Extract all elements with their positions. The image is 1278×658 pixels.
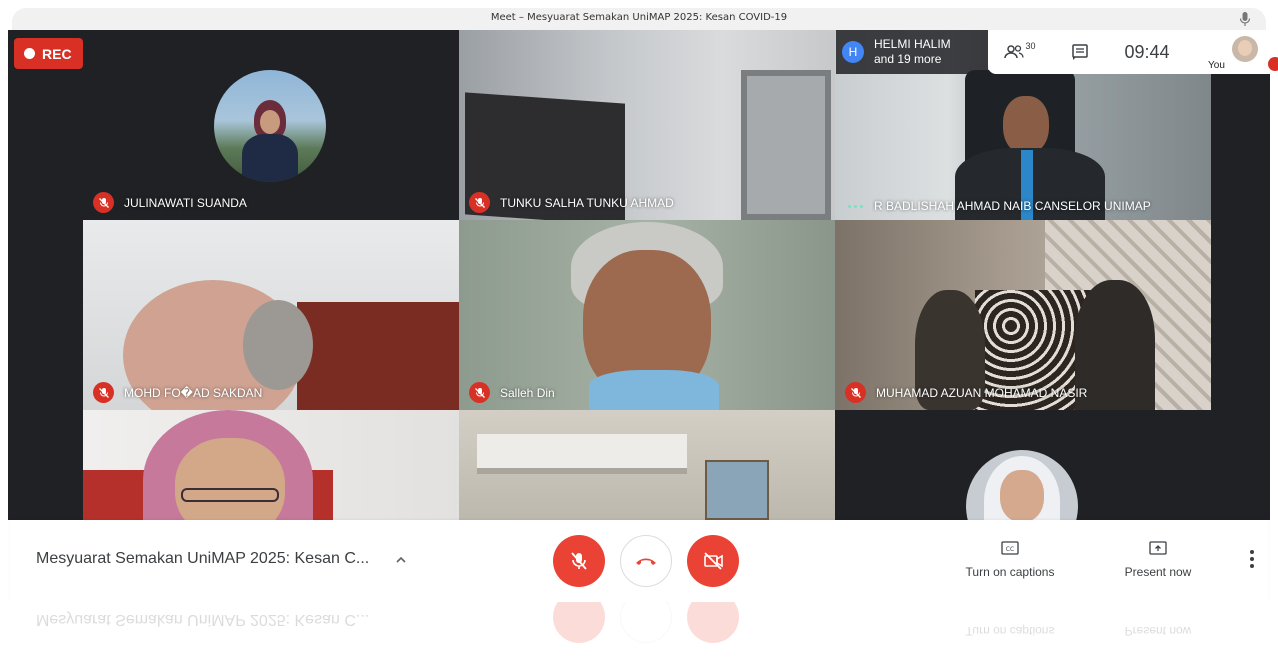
reflected-captions: Turn on captions [955, 624, 1065, 638]
reflected-meeting-title: Mesyuarat Semakan UniMAP 2025: Kesan C..… [36, 611, 370, 628]
background-shelf [297, 302, 459, 410]
participant-avatar [214, 70, 326, 182]
participant-name-label: R BADLISHAH AHMAD NAIB CANSELOR UNIMAP [874, 199, 1151, 213]
participant-mask [589, 370, 719, 410]
reflected-present: Present now [1103, 624, 1213, 638]
leave-call-button[interactable] [620, 535, 672, 587]
mic-toggle-button[interactable] [553, 535, 605, 587]
recording-badge: REC [14, 38, 83, 69]
meeting-controls-bar: Mesyuarat Semakan UniMAP 2025: Kesan C..… [10, 520, 1268, 602]
participant-name-label: TUNKU SALHA TUNKU AHMAD [500, 195, 674, 210]
window-title: Meet – Mesyuarat Semakan UniMAP 2025: Ke… [490, 12, 788, 23]
end-call-icon [636, 558, 656, 565]
background-poster [705, 460, 769, 520]
participant-tile[interactable]: MUHAMAD AZUAN MOHAMAD NASIR [835, 220, 1211, 410]
record-dot-icon [24, 48, 35, 59]
captions-label: Turn on captions [965, 565, 1055, 579]
mic-off-icon [845, 382, 866, 403]
participant-name-label: MOHD FO�AD SAKDAN [124, 385, 263, 400]
background-door [741, 70, 831, 220]
participant-name-label: Salleh Din [500, 385, 555, 400]
svg-text:CC: CC [1006, 546, 1014, 553]
self-mic-off-icon [1268, 57, 1278, 71]
participant-name: TUNKU SALHA TUNKU AHMAD [469, 192, 674, 213]
self-view[interactable]: You [1204, 30, 1278, 74]
captions-button[interactable]: CC Turn on captions [955, 540, 1065, 579]
participants-preview[interactable]: H HELMI HALIM and 19 more [836, 30, 988, 74]
participant-name: JULINAWATI SUANDA [93, 192, 247, 213]
self-label: You [1208, 60, 1225, 71]
participant-name: R BADLISHAH AHMAD NAIB CANSELOR UNIMAP [845, 199, 1151, 213]
present-button[interactable]: Present now [1103, 540, 1213, 579]
speaking-indicator [845, 204, 866, 208]
avatar: H [842, 41, 864, 63]
participant-name: MUHAMAD AZUAN MOHAMAD NASIR [845, 382, 1087, 403]
participant-name: MOHD FO�AD SAKDAN [93, 382, 262, 403]
captions-icon: CC [1001, 541, 1019, 555]
chat-icon [1072, 44, 1088, 60]
chevron-up-icon[interactable] [394, 553, 408, 567]
chat-button[interactable] [1052, 43, 1108, 61]
participants-preview-text: HELMI HALIM and 19 more [874, 37, 951, 67]
background-aircon [477, 434, 687, 474]
participant-tile[interactable]: Salleh Din [459, 220, 835, 410]
participant-head [1003, 96, 1049, 154]
reflected-leave-button [620, 602, 672, 643]
more-icon[interactable] [1250, 550, 1254, 571]
reflected-camera-button [687, 602, 739, 643]
meeting-title[interactable]: Mesyuarat Semakan UniMAP 2025: Kesan C..… [36, 550, 369, 568]
participant-first-name: HELMI HALIM [874, 37, 951, 51]
camera-toggle-button[interactable] [687, 535, 739, 587]
participant-more: and 19 more [874, 52, 942, 66]
clock: 09:44 [1124, 41, 1170, 62]
participant-hair [243, 300, 313, 390]
participant-tile[interactable]: TUNKU SALHA TUNKU AHMAD [459, 30, 835, 220]
participant-tile[interactable]: JULINAWATI SUANDA [83, 30, 459, 220]
mic-icon [1239, 12, 1251, 26]
present-label: Present now [1124, 565, 1192, 579]
participant-name-label: JULINAWATI SUANDA [124, 195, 247, 210]
meet-topbar: 30 09:44 [988, 30, 1204, 74]
reflection: Mesyuarat Semakan UniMAP 2025: Kesan C..… [10, 602, 1268, 658]
mic-off-icon [469, 382, 490, 403]
recording-label: REC [42, 45, 72, 62]
mic-off-icon [469, 192, 490, 213]
self-avatar [1232, 36, 1258, 62]
participant-tile[interactable] [83, 410, 459, 520]
meet-window: Meet – Mesyuarat Semakan UniMAP 2025: Ke… [0, 0, 1278, 658]
reflected-present-label: Present now [1124, 624, 1192, 638]
mic-off-icon [571, 552, 587, 570]
reflection-inner: Mesyuarat Semakan UniMAP 2025: Kesan C..… [10, 602, 1268, 658]
people-button[interactable]: 30 [988, 41, 1052, 60]
participant-tile[interactable] [459, 410, 835, 520]
window-titlebar: Meet – Mesyuarat Semakan UniMAP 2025: Ke… [12, 8, 1266, 30]
participant-tile[interactable] [835, 410, 1211, 520]
reflected-mic-button [553, 602, 605, 643]
participant-name-label: MUHAMAD AZUAN MOHAMAD NASIR [876, 385, 1088, 400]
video-grid: JULINAWATI SUANDA TUNKU SALHA TUNKU AHMA… [8, 30, 1270, 520]
camera-off-icon [704, 552, 723, 570]
participant-face [175, 438, 285, 520]
participant-name: Salleh Din [469, 382, 555, 403]
present-icon [1149, 541, 1167, 555]
participant-glasses [181, 488, 279, 502]
participant-count: 30 [1025, 41, 1036, 51]
participant-avatar [966, 450, 1078, 520]
participant-tile[interactable]: MOHD FO�AD SAKDAN [83, 220, 459, 410]
mic-off-icon [93, 382, 114, 403]
reflected-captions-label: Turn on captions [965, 624, 1055, 638]
mic-off-icon [93, 192, 114, 213]
people-icon [1004, 45, 1025, 59]
